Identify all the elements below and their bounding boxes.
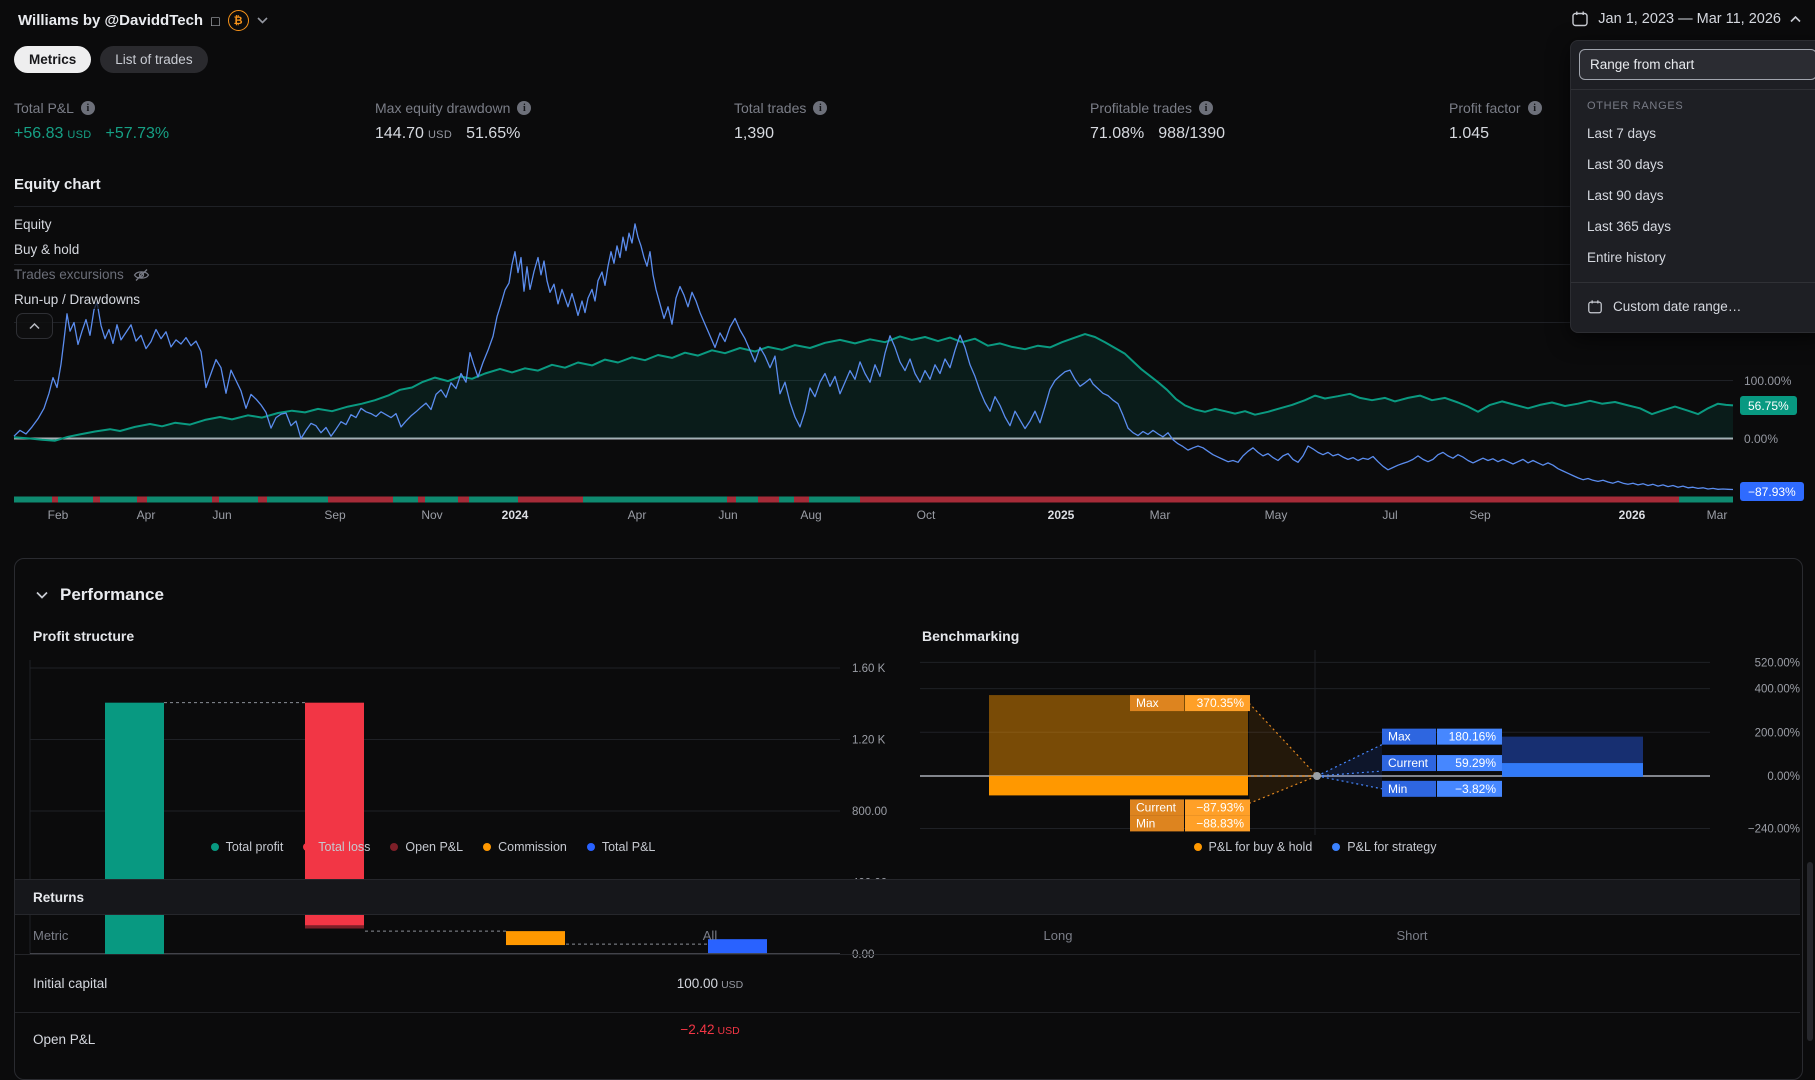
calendar-icon	[1571, 10, 1589, 28]
date-range-text: Jan 1, 2023 — Mar 11, 2026	[1598, 11, 1781, 27]
collapse-chart-button[interactable]	[16, 313, 53, 339]
eye-off-icon[interactable]	[133, 268, 150, 282]
equity-xtick: Aug	[783, 508, 839, 522]
benchmarking-legend: P&L for buy & hold P&L for strategy	[920, 840, 1710, 854]
menu-item-last-30-days[interactable]: Last 30 days	[1579, 149, 1815, 180]
strategy-header: Williams by @DaviddTech □ ₿	[18, 10, 268, 31]
menu-item-last-365-days[interactable]: Last 365 days	[1579, 211, 1815, 242]
equity-xtick: May	[1248, 508, 1304, 522]
row-open-pnl-label: Open P&L	[33, 1032, 95, 1047]
equity-xtick: 2024	[487, 508, 543, 522]
legend-item-trades-excursions[interactable]: Trades excursions	[14, 265, 156, 284]
profit-structure-legend: Total profit Total loss Open P&L Commission…	[30, 840, 836, 854]
col-header-all: All	[650, 928, 770, 943]
bitcoin-icon: ₿	[228, 10, 249, 31]
menu-divider	[1571, 282, 1815, 283]
legend-item-runup-drawdowns[interactable]: Run-up / Drawdowns	[14, 290, 146, 309]
equity-ytick-100: 100.00%	[1744, 374, 1791, 388]
equity-xtick: Mar	[1132, 508, 1188, 522]
menu-item-range-from-chart[interactable]: Range from chart	[1579, 49, 1815, 80]
scrollbar-thumb[interactable]	[1807, 862, 1813, 1041]
chevron-up-icon	[1790, 16, 1801, 23]
performance-panel	[14, 558, 1803, 1080]
equity-xtick: Oct	[898, 508, 954, 522]
equity-xtick: Mar	[1689, 508, 1745, 522]
profit-structure-title: Profit structure	[33, 628, 134, 644]
equity-xtick: Apr	[609, 508, 665, 522]
menu-item-entire-history[interactable]: Entire history	[1579, 242, 1815, 273]
tab-metrics[interactable]: Metrics	[14, 46, 91, 73]
chevron-down-icon[interactable]	[257, 17, 268, 24]
equity-xtick: Jul	[1362, 508, 1418, 522]
view-tabs: Metrics List of trades	[14, 46, 208, 73]
menu-item-last-7-days[interactable]: Last 7 days	[1579, 118, 1815, 149]
date-range-button[interactable]: Jan 1, 2023 — Mar 11, 2026	[1571, 10, 1801, 28]
strategy-title: Williams by @DaviddTech	[18, 12, 203, 29]
legend-item[interactable]: P&L for strategy	[1332, 840, 1436, 854]
col-header-short: Short	[1352, 928, 1472, 943]
legend-item[interactable]: Commission	[483, 840, 567, 854]
equity-chart-title: Equity chart	[14, 176, 101, 193]
legend-item-equity[interactable]: Equity	[14, 215, 58, 234]
performance-header[interactable]: Performance	[36, 585, 164, 605]
equity-xtick: 2026	[1604, 508, 1660, 522]
menu-section-label: OTHER RANGES	[1579, 98, 1815, 118]
equity-current-badge: 56.75%	[1740, 396, 1797, 415]
buyhold-current-badge: −87.93%	[1740, 482, 1804, 501]
chevron-down-icon	[36, 591, 48, 599]
legend-item[interactable]: Total loss	[303, 840, 370, 854]
menu-item-custom-date-range[interactable]: Custom date range…	[1579, 291, 1815, 322]
legend-item[interactable]: Total profit	[211, 840, 284, 854]
equity-xtick: Feb	[30, 508, 86, 522]
returns-section-header: Returns	[15, 879, 1800, 915]
legend-item[interactable]: Open P&L	[390, 840, 463, 854]
legend-item-buy-and-hold[interactable]: Buy & hold	[14, 240, 85, 259]
table-divider	[15, 1012, 1800, 1013]
equity-xtick: Jun	[700, 508, 756, 522]
equity-xtick: Nov	[404, 508, 460, 522]
equity-xtick: Sep	[1452, 508, 1508, 522]
col-header-long: Long	[998, 928, 1118, 943]
equity-xtick: Sep	[307, 508, 363, 522]
menu-divider	[1571, 89, 1815, 90]
date-range-menu: Range from chart OTHER RANGES Last 7 day…	[1570, 40, 1815, 333]
tab-list-of-trades[interactable]: List of trades	[100, 46, 207, 73]
legend-item[interactable]: Total P&L	[587, 840, 656, 854]
equity-xtick: Apr	[118, 508, 174, 522]
col-header-metric: Metric	[33, 928, 68, 943]
menu-item-last-90-days[interactable]: Last 90 days	[1579, 180, 1815, 211]
legend-item[interactable]: P&L for buy & hold	[1194, 840, 1313, 854]
calendar-icon	[1587, 299, 1603, 315]
missing-glyph-box: □	[211, 13, 219, 29]
row-initial-capital-label: Initial capital	[33, 976, 107, 991]
table-divider	[15, 954, 1800, 955]
equity-ytick-0: 0.00%	[1744, 432, 1778, 446]
benchmarking-title: Benchmarking	[922, 628, 1019, 644]
equity-chart[interactable]	[0, 0, 1815, 540]
equity-xtick: Jun	[194, 508, 250, 522]
equity-xtick: 2025	[1033, 508, 1089, 522]
